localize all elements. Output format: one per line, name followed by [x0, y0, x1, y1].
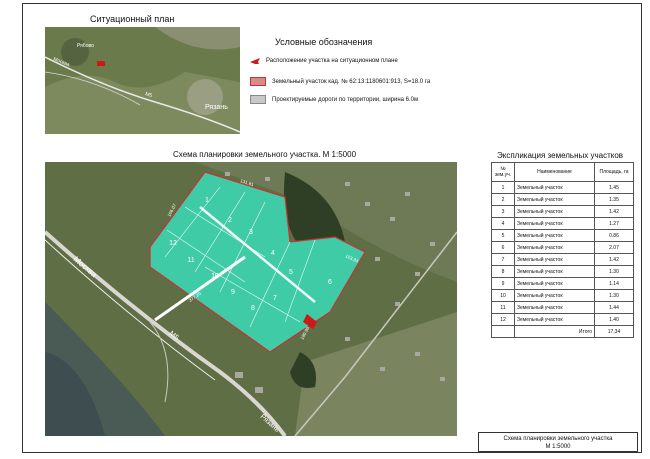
cell-num: 12: [491, 313, 515, 326]
situation-plan-svg: Рябово Москва М5 Рязань: [45, 27, 240, 134]
table-row: 11 Земельный участок 1.44: [491, 301, 634, 314]
table-row: 7 Земельный участок 1.42: [491, 253, 634, 266]
main-map-svg: 1 2 3 4 5 6 7 8 9 10 11 12 106.07 131.81…: [45, 162, 457, 436]
legend-item-road: Проектируемые дороги по территории, шири…: [250, 95, 418, 104]
label-ryabovo: Рябово: [77, 43, 94, 49]
col-header-num: № зем.уч.: [491, 162, 515, 182]
cell-area: 2.07: [594, 241, 634, 254]
cell-name: Земельный участок: [514, 289, 595, 302]
cell-name: Земельный участок: [514, 205, 595, 218]
col-header-name: Наименование: [514, 162, 595, 182]
legend-text-plot: Земельный участок кад. № 62:13:1180601:9…: [272, 78, 431, 85]
cell-num: 4: [491, 217, 515, 230]
total-row: Итого 17,34: [491, 325, 634, 338]
cell-name: Земельный участок: [514, 241, 595, 254]
plot-num-8: 8: [251, 305, 255, 312]
table-row: 10 Земельный участок 1.30: [491, 289, 634, 302]
main-map-title: Схема планировки земельного участка. М 1…: [173, 150, 357, 159]
situation-plan-map: Рябово Москва М5 Рязань: [45, 27, 240, 134]
plot-num-2: 2: [228, 217, 232, 224]
cell-area: 1.44: [594, 301, 634, 314]
table-row: 5 Земельный участок 0.86: [491, 229, 634, 242]
cell-num: 1: [491, 181, 515, 194]
cell-total-label: Итого: [514, 325, 595, 338]
title-block-line1: Схема планировки земельного участка: [503, 436, 613, 442]
cell-name: Земельный участок: [514, 301, 595, 314]
cell-num: 10: [491, 289, 515, 302]
legend-text-location: Расположение участка на ситуационном пла…: [266, 58, 398, 64]
cell-area: 1.45: [594, 181, 634, 194]
explication-title: Экспликация земельных участков: [497, 151, 624, 160]
cell-num: 8: [491, 265, 515, 278]
cell-num: 2: [491, 193, 515, 206]
label-ryazan-small: Рязань: [205, 104, 228, 111]
legend-item-plot: Земельный участок кад. № 62:13:1180601:9…: [250, 77, 430, 86]
cell-num: 5: [491, 229, 515, 242]
table-row: 2 Земельный участок 1.35: [491, 193, 634, 206]
plot-num-11: 11: [187, 257, 194, 264]
cell-num: 3: [491, 205, 515, 218]
cell-name: Земельный участок: [514, 313, 595, 326]
cell-num: 6: [491, 241, 515, 254]
col-header-area: Площадь, га: [594, 162, 634, 182]
cell-name: Земельный участок: [514, 181, 595, 194]
explication-body: 1 Земельный участок 1.45 2 Земельный участок…: [491, 181, 634, 338]
plot-num-4: 4: [271, 250, 275, 257]
explication-table: № зем.уч. Наименование Площадь, га 1 Земе…: [491, 162, 634, 338]
title-block-line2: М 1:5000: [545, 444, 571, 450]
cell-area: 1.42: [594, 205, 634, 218]
situation-plan-title: Ситуационный план: [90, 14, 175, 24]
title-block: Схема планировки земельного участка М 1:…: [478, 432, 638, 452]
plot-num-3: 3: [249, 229, 253, 236]
cell-name: Земельный участок: [514, 193, 595, 206]
cell-total-empty: [491, 325, 515, 338]
cell-area: 1.14: [594, 277, 634, 290]
legend-title: Условные обозначения: [275, 37, 373, 47]
table-row: 12 Земельный участок 1.40: [491, 313, 634, 326]
cell-area: 1.30: [594, 289, 634, 302]
road-swatch: [250, 95, 266, 104]
plot-num-9: 9: [231, 289, 235, 296]
plot-num-6: 6: [328, 279, 332, 286]
cell-area: 1.35: [594, 193, 634, 206]
legend-item-location: Расположение участка на ситуационном пла…: [250, 58, 398, 64]
plot-num-5: 5: [289, 269, 293, 276]
cell-name: Земельный участок: [514, 253, 595, 266]
location-arrow-icon: [250, 58, 260, 64]
cell-num: 7: [491, 253, 515, 266]
cell-name: Земельный участок: [514, 229, 595, 242]
cell-area: 1.27: [594, 217, 634, 230]
cell-num: 9: [491, 277, 515, 290]
table-row: 6 Земельный участок 2.07: [491, 241, 634, 254]
table-row: 1 Земельный участок 1.45: [491, 181, 634, 194]
cell-name: Земельный участок: [514, 277, 595, 290]
cell-name: Земельный участок: [514, 265, 595, 278]
cell-num: 11: [491, 301, 515, 314]
plot-num-12: 12: [169, 240, 177, 247]
table-row: 9 Земельный участок 1.14: [491, 277, 634, 290]
plot-num-1: 1: [205, 197, 209, 204]
location-marker: [97, 61, 105, 66]
plot-swatch: [250, 77, 266, 86]
cell-area: 1.30: [594, 265, 634, 278]
table-row: 4 Земельный участок 1.27: [491, 217, 634, 230]
main-map: 1 2 3 4 5 6 7 8 9 10 11 12 106.07 131.81…: [45, 162, 457, 436]
plot-num-7: 7: [273, 295, 277, 302]
table-row: 3 Земельный участок 1.42: [491, 205, 634, 218]
legend-text-road: Проектируемые дороги по территории, шири…: [272, 96, 419, 103]
cell-area: 1.40: [594, 313, 634, 326]
cell-name: Земельный участок: [514, 217, 595, 230]
table-row: 8 Земельный участок 1.30: [491, 265, 634, 278]
cell-area: 0.86: [594, 229, 634, 242]
plot-num-10: 10: [211, 273, 219, 280]
cell-total-value: 17,34: [594, 325, 634, 338]
cell-area: 1.42: [594, 253, 634, 266]
